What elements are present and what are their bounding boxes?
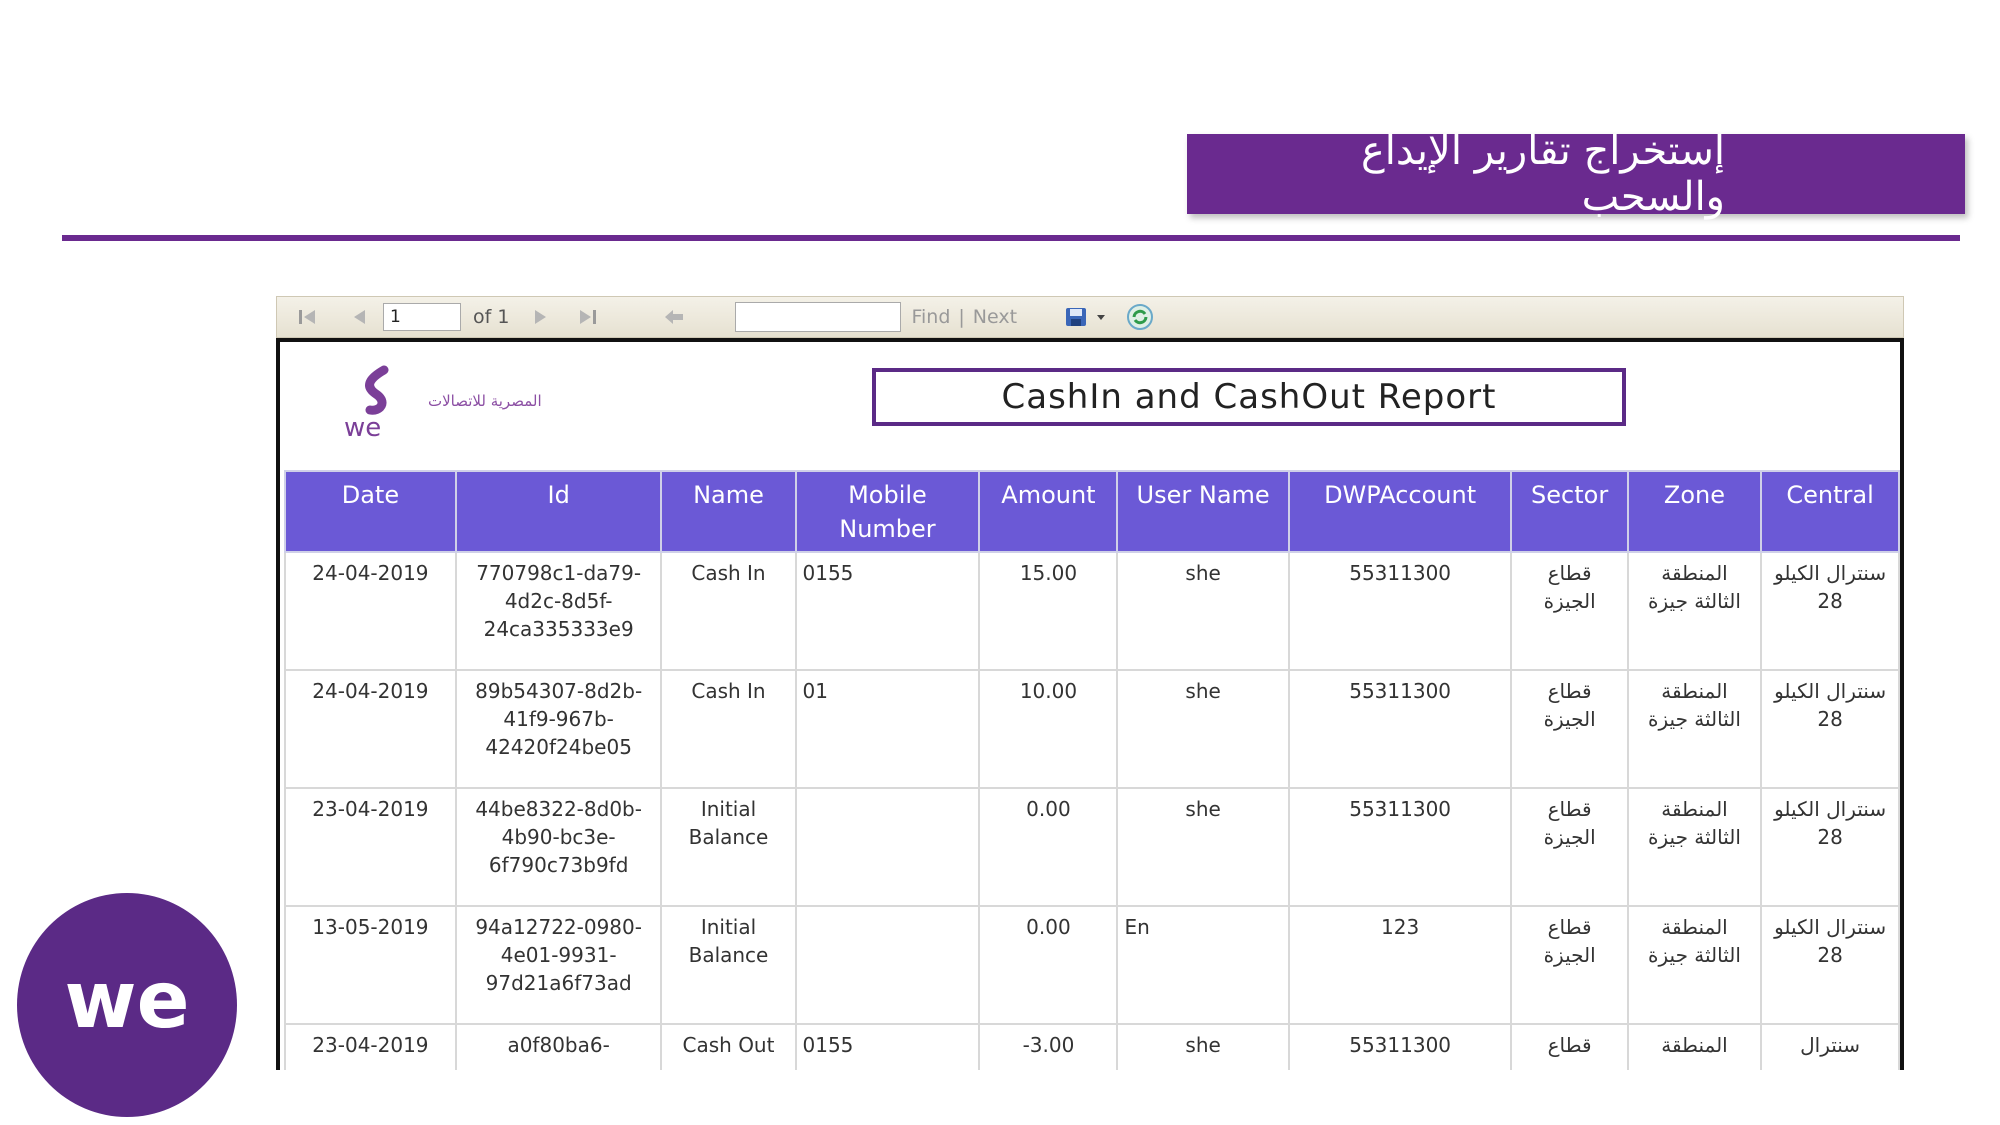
user-cell: En — [1116, 905, 1290, 1025]
page-count-label: of 1 — [473, 306, 510, 328]
table-row: 23-04-2019 a0f80ba6- Cash Out 0155 -3.00… — [284, 1023, 1900, 1070]
mobile-cell — [794, 787, 981, 907]
zone-cell: المنطقة الثالثة جيزة — [1626, 905, 1763, 1025]
column-header[interactable]: Amount — [978, 470, 1119, 553]
report-page: we المصرية للاتصالات CashIn and CashOut … — [276, 338, 1904, 1070]
date-cell: 23-04-2019 — [284, 1023, 457, 1070]
account-cell: 55311300 — [1287, 669, 1513, 789]
we-logo-text: we — [65, 965, 190, 1045]
name-cell: Cash Out — [660, 1023, 797, 1070]
central-cell: سنترال الكيلو 28 — [1760, 669, 1900, 789]
page-number-input[interactable] — [383, 303, 461, 331]
column-header[interactable]: Sector — [1510, 470, 1629, 553]
date-cell: 24-04-2019 — [284, 551, 457, 671]
back-icon[interactable] — [657, 302, 691, 332]
table-header-row: Date Id Name Mobile Number Amount User N… — [284, 470, 1900, 553]
column-header[interactable]: Id — [454, 470, 663, 553]
zone-cell: المنطقة الثالثة جيزة — [1626, 669, 1763, 789]
table-row: 23-04-2019 44be8322-8d0b-4b90-bc3e-6f790… — [284, 787, 1900, 907]
name-cell: Cash In — [660, 551, 797, 671]
sector-cell: قطاع الجيزة — [1510, 905, 1629, 1025]
id-cell: 44be8322-8d0b-4b90-bc3e-6f790c73b9fd — [454, 787, 663, 907]
export-save-icon[interactable] — [1061, 302, 1113, 332]
report-toolbar: of 1 Find | Next — [276, 296, 1904, 338]
table-row: 24-04-2019 89b54307-8d2b-41f9-967b-42420… — [284, 669, 1900, 789]
account-cell: 123 — [1287, 905, 1513, 1025]
id-cell: a0f80ba6- — [454, 1023, 663, 1070]
sector-cell: قطاع — [1510, 1023, 1629, 1070]
last-page-icon[interactable] — [571, 302, 605, 332]
column-header[interactable]: User Name — [1116, 470, 1290, 553]
report-logo-text: we — [344, 413, 381, 440]
column-header[interactable]: Date — [284, 470, 457, 553]
report-logo-icon: we — [340, 364, 410, 444]
date-cell: 24-04-2019 — [284, 669, 457, 789]
report-viewer: of 1 Find | Next we المصرية للاتصالات Ca… — [276, 296, 1904, 1070]
prev-page-icon[interactable] — [343, 302, 377, 332]
zone-cell: المنطقة — [1626, 1023, 1763, 1070]
user-cell: she — [1116, 787, 1290, 907]
table-row: 24-04-2019 770798c1-da79-4d2c-8d5f-24ca3… — [284, 551, 1900, 671]
date-cell: 13-05-2019 — [284, 905, 457, 1025]
find-link[interactable]: Find — [911, 306, 950, 328]
id-cell: 89b54307-8d2b-41f9-967b-42420f24be05 — [454, 669, 663, 789]
id-cell: 770798c1-da79-4d2c-8d5f-24ca335333e9 — [454, 551, 663, 671]
name-cell: Initial Balance — [660, 905, 797, 1025]
user-cell: she — [1116, 1023, 1290, 1070]
central-cell: سنترال — [1760, 1023, 1900, 1070]
sector-cell: قطاع الجيزة — [1510, 551, 1629, 671]
sector-cell: قطاع الجيزة — [1510, 669, 1629, 789]
we-brand-logo: we — [17, 893, 237, 1117]
date-cell: 23-04-2019 — [284, 787, 457, 907]
central-cell: سنترال الكيلو 28 — [1760, 905, 1900, 1025]
account-cell: 55311300 — [1287, 1023, 1513, 1070]
name-cell: Cash In — [660, 669, 797, 789]
user-cell: she — [1116, 551, 1290, 671]
next-page-icon[interactable] — [523, 302, 557, 332]
report-title: CashIn and CashOut Report — [872, 368, 1626, 426]
amount-cell: 0.00 — [978, 787, 1119, 907]
find-input[interactable] — [735, 302, 902, 332]
central-cell: سنترال الكيلو 28 — [1760, 551, 1900, 671]
column-header[interactable]: Mobile Number — [794, 470, 981, 553]
title-divider — [62, 235, 1960, 241]
amount-cell: 15.00 — [978, 551, 1119, 671]
user-cell: she — [1116, 669, 1290, 789]
column-header[interactable]: Zone — [1626, 470, 1763, 553]
refresh-icon[interactable] — [1123, 302, 1157, 332]
table-row: 13-05-2019 94a12722-0980-4e01-9931-97d21… — [284, 905, 1900, 1025]
column-header[interactable]: Central — [1760, 470, 1900, 553]
first-page-icon[interactable] — [291, 302, 325, 332]
central-cell: سنترال الكيلو 28 — [1760, 787, 1900, 907]
account-cell: 55311300 — [1287, 787, 1513, 907]
amount-cell: 0.00 — [978, 905, 1119, 1025]
slide-title: إستخراج تقارير الإيداع والسحب — [1360, 128, 1725, 220]
zone-cell: المنطقة الثالثة جيزة — [1626, 787, 1763, 907]
report-table: Date Id Name Mobile Number Amount User N… — [284, 470, 1900, 1070]
mobile-cell: 0155 — [794, 551, 981, 671]
report-logo-brand: المصرية للاتصالات — [428, 392, 542, 410]
id-cell: 94a12722-0980-4e01-9931-97d21a6f73ad — [454, 905, 663, 1025]
account-cell: 55311300 — [1287, 551, 1513, 671]
slide-title-box: إستخراج تقارير الإيداع والسحب — [1187, 128, 1965, 220]
amount-cell: 10.00 — [978, 669, 1119, 789]
mobile-cell: 0155 — [794, 1023, 981, 1070]
next-link[interactable]: Next — [973, 306, 1017, 328]
amount-cell: -3.00 — [978, 1023, 1119, 1070]
zone-cell: المنطقة الثالثة جيزة — [1626, 551, 1763, 671]
toolbar-separator: | — [958, 306, 965, 328]
sector-cell: قطاع الجيزة — [1510, 787, 1629, 907]
mobile-cell: 01 — [794, 669, 981, 789]
name-cell: Initial Balance — [660, 787, 797, 907]
column-header[interactable]: Name — [660, 470, 797, 553]
column-header[interactable]: DWPAccount — [1287, 470, 1513, 553]
mobile-cell — [794, 905, 981, 1025]
